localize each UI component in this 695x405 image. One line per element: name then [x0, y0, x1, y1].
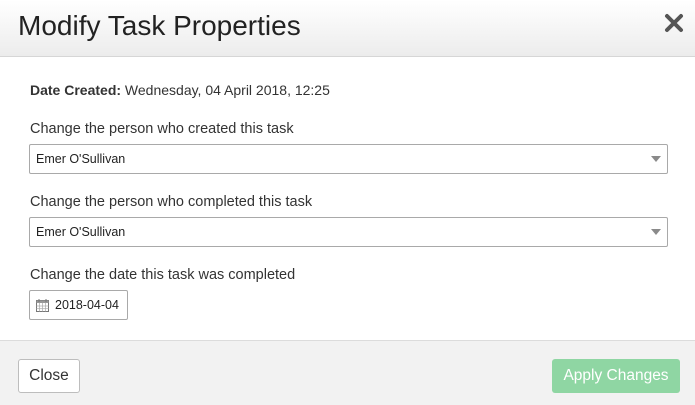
close-button[interactable]: Close — [18, 359, 80, 393]
chevron-down-icon — [651, 156, 661, 162]
chevron-down-icon — [651, 229, 661, 235]
created-by-value: Emer O'Sullivan — [36, 152, 126, 166]
apply-changes-button[interactable]: Apply Changes — [552, 359, 680, 393]
completed-date-value: 2018-04-04 — [55, 298, 119, 312]
date-created-line: Date Created: Wednesday, 04 April 2018, … — [30, 82, 330, 98]
dialog-header: Modify Task Properties — [0, 0, 695, 57]
completed-date-label: Change the date this task was completed — [30, 267, 296, 283]
completed-by-label: Change the person who completed this tas… — [30, 194, 313, 210]
dialog-footer: Close Apply Changes — [0, 340, 695, 405]
close-icon[interactable] — [663, 12, 685, 34]
date-created-value: Wednesday, 04 April 2018, 12:25 — [124, 82, 330, 98]
completed-by-value: Emer O'Sullivan — [36, 225, 126, 239]
date-created-label: Date Created: — [30, 82, 122, 98]
dialog-body: Date Created: Wednesday, 04 April 2018, … — [0, 58, 695, 340]
created-by-label: Change the person who created this task — [30, 121, 294, 137]
completed-date-field[interactable]: 2018-04-04 — [29, 290, 128, 320]
dialog-title: Modify Task Properties — [18, 10, 301, 41]
modify-task-dialog: Modify Task Properties Date Created: Wed… — [0, 0, 695, 405]
created-by-select[interactable]: Emer O'Sullivan — [29, 144, 668, 174]
completed-by-select[interactable]: Emer O'Sullivan — [29, 217, 668, 247]
calendar-icon[interactable] — [36, 299, 49, 312]
